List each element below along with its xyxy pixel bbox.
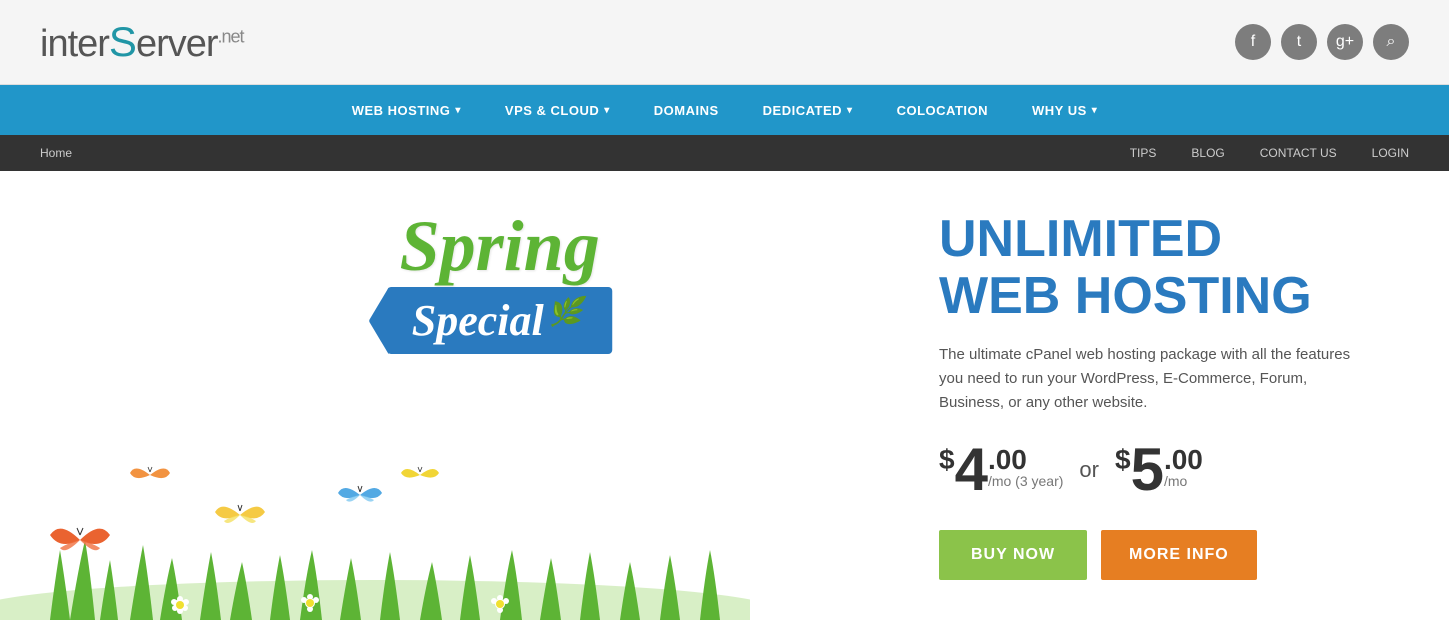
login-link[interactable]: LOGIN (1362, 146, 1419, 160)
price-1: $ 4 .00 /mo (3 year) (939, 440, 1063, 500)
dropdown-arrow-icon: ▾ (604, 105, 610, 116)
nav-why-us[interactable]: WHY US ▾ (1010, 85, 1119, 135)
subnav-right-links: TIPS BLOG CONTACT US LOGIN (1120, 146, 1419, 160)
nature-scene-svg (0, 420, 750, 620)
twitter-icon[interactable]: t (1281, 24, 1317, 60)
nav-dedicated[interactable]: DEDICATED ▾ (741, 85, 875, 135)
special-banner: Special🌿 (387, 287, 613, 354)
blog-link[interactable]: BLOG (1181, 146, 1234, 160)
price2-suffix: .00 /mo (1164, 440, 1203, 500)
subnav: Home TIPS BLOG CONTACT US LOGIN (0, 135, 1449, 171)
breadcrumb: Home (30, 146, 82, 160)
main-content: Spring Special🌿 (0, 171, 1449, 620)
hosting-description: The ultimate cPanel web hosting package … (939, 343, 1369, 415)
price1-suffix: .00 /mo (3 year) (988, 440, 1063, 500)
spring-word: Spring (387, 210, 613, 282)
nav-web-hosting[interactable]: WEB HOSTING ▾ (330, 85, 483, 135)
header: interServer.net f t g+ ⌕ (0, 0, 1449, 85)
price1-cents: .00 (988, 446, 1063, 474)
spring-special-text: Spring Special🌿 (387, 210, 613, 354)
buy-now-button[interactable]: BUY NOW (939, 530, 1087, 580)
price2-period: /mo (1164, 474, 1203, 492)
nav-vps-cloud[interactable]: VPS & CLOUD ▾ (483, 85, 632, 135)
dropdown-arrow-icon: ▾ (455, 105, 461, 116)
price1-amount: 4 (955, 440, 988, 500)
nav-domains[interactable]: DOMAINS (632, 85, 741, 135)
price-2: $ 5 .00 /mo (1115, 440, 1203, 500)
price2-cents: .00 (1164, 446, 1203, 474)
price1-dollar: $ (939, 446, 955, 474)
nav-colocation[interactable]: COLOCATION (875, 85, 1010, 135)
logo: interServer.net (40, 18, 244, 66)
cta-buttons: BUY NOW MORE INFO (939, 530, 1399, 580)
hosting-title: UNLIMITED WEB HOSTING (939, 211, 1399, 325)
instagram-icon[interactable]: ⌕ (1373, 24, 1409, 60)
hero-text: UNLIMITED WEB HOSTING The ultimate cPane… (909, 171, 1449, 620)
price2-amount: 5 (1131, 440, 1164, 500)
leaf-icon: 🌿 (548, 297, 583, 328)
social-icons-group: f t g+ ⌕ (1235, 24, 1409, 60)
dropdown-arrow-icon: ▾ (1092, 105, 1098, 116)
more-info-button[interactable]: MORE INFO (1101, 530, 1257, 580)
price2-dollar: $ (1115, 446, 1131, 474)
price-or-text: or (1079, 457, 1099, 483)
main-nav: WEB HOSTING ▾ VPS & CLOUD ▾ DOMAINS DEDI… (0, 85, 1449, 135)
price1-period: /mo (3 year) (988, 474, 1063, 492)
contact-link[interactable]: CONTACT US (1250, 146, 1347, 160)
spring-illustration: Spring Special🌿 (0, 180, 909, 620)
pricing-row: $ 4 .00 /mo (3 year) or $ 5 .00 /mo (939, 440, 1399, 500)
tips-link[interactable]: TIPS (1120, 146, 1167, 160)
facebook-icon[interactable]: f (1235, 24, 1271, 60)
logo-text: interServer.net (40, 18, 244, 66)
home-link[interactable]: Home (30, 146, 82, 160)
googleplus-icon[interactable]: g+ (1327, 24, 1363, 60)
special-word: Special (412, 296, 544, 345)
dropdown-arrow-icon: ▾ (847, 105, 853, 116)
hero-image: Spring Special🌿 (0, 171, 909, 620)
